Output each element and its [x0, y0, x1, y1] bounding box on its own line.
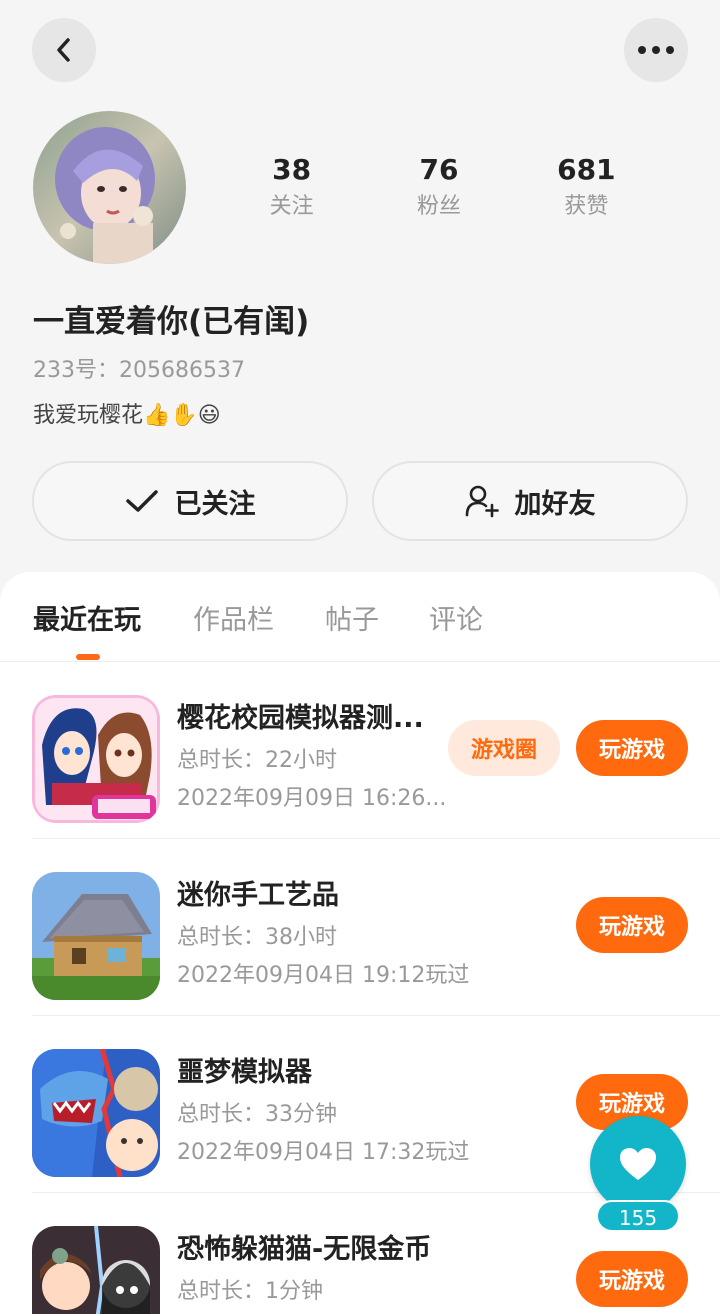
play-game-button[interactable]: 玩游戏: [576, 1251, 688, 1307]
uid-value: 205686537: [119, 358, 245, 383]
game-title: 迷你手工艺品: [177, 880, 339, 911]
profile-name: 一直爱着你(已有闺): [33, 304, 310, 340]
tab-bar: 最近在玩 作品栏 帖子 评论: [0, 572, 720, 662]
stat-label: 关注: [269, 194, 314, 219]
profile-bio: 我爱玩樱花👍✋😃: [33, 403, 221, 428]
game-duration-value: 1分钟: [265, 1279, 324, 1304]
stat-label: 粉丝: [416, 194, 461, 219]
game-duration-value: 22小时: [265, 748, 338, 773]
stat-followers[interactable]: 76 粉丝: [365, 150, 512, 224]
game-duration-value: 33分钟: [265, 1102, 338, 1127]
profile-uid: 233号：205686537: [33, 352, 245, 384]
tab-works[interactable]: 作品栏: [193, 598, 274, 637]
add-user-icon: [465, 485, 499, 518]
game-duration-value: 38小时: [265, 925, 338, 950]
game-last-played: 2022年09月09日 16:26...: [177, 786, 447, 811]
followed-label: 已关注: [174, 488, 256, 520]
followed-button[interactable]: 已关注: [32, 461, 348, 541]
game-duration: 总时长：33分钟: [177, 1096, 337, 1128]
add-friend-button[interactable]: 加好友: [372, 461, 688, 541]
game-title: 恐怖躲猫猫-无限金币: [177, 1234, 432, 1265]
back-button[interactable]: [32, 18, 96, 82]
like-circle[interactable]: [590, 1116, 686, 1212]
game-circle-button[interactable]: 游戏圈: [448, 720, 560, 776]
tab-indicator: [76, 654, 100, 660]
game-duration-label: 总时长：: [177, 925, 266, 950]
stat-following[interactable]: 38 关注: [218, 150, 365, 224]
game-last-played: 2022年09月04日 19:12玩过: [177, 963, 470, 988]
stat-likes[interactable]: 681 获赞: [513, 150, 660, 224]
uid-label: 233号：: [33, 358, 119, 383]
game-icon: [32, 1226, 160, 1314]
stat-value: 681: [557, 153, 616, 186]
game-icon: [32, 872, 160, 1000]
check-icon: [125, 490, 158, 512]
game-title: 樱花校园模拟器测...: [177, 703, 424, 734]
top-bar: [32, 18, 688, 82]
game-duration-label: 总时长：: [177, 748, 266, 773]
tab-recently-played[interactable]: 最近在玩: [33, 598, 141, 637]
game-title: 噩梦模拟器: [177, 1057, 312, 1088]
stat-value: 76: [419, 153, 459, 186]
game-duration-label: 总时长：: [177, 1102, 266, 1127]
play-game-button[interactable]: 玩游戏: [576, 897, 688, 953]
like-count: 155: [596, 1200, 680, 1232]
game-duration: 总时长：38小时: [177, 919, 337, 951]
chevron-left-icon: [57, 38, 70, 62]
floating-like-button[interactable]: 155: [590, 1116, 686, 1232]
game-row[interactable]: 迷你手工艺品 总时长：38小时 2022年09月04日 19:12玩过 玩游戏: [32, 839, 720, 1016]
stat-label: 获赞: [564, 194, 609, 219]
play-game-button[interactable]: 玩游戏: [576, 720, 688, 776]
tab-posts[interactable]: 帖子: [325, 598, 379, 637]
game-duration: 总时长：22小时: [177, 742, 337, 774]
tab-comments[interactable]: 评论: [429, 598, 483, 637]
heart-icon: [620, 1148, 656, 1180]
game-icon: [32, 695, 160, 823]
game-last-played: 2022年09月04日 17:32玩过: [177, 1140, 470, 1165]
avatar[interactable]: [33, 111, 186, 264]
stat-value: 38: [272, 153, 312, 186]
profile-stats: 38 关注 76 粉丝 681 获赞: [218, 150, 660, 224]
game-duration: 总时长：1分钟: [177, 1273, 323, 1305]
game-icon: [32, 1049, 160, 1177]
profile-actions: 已关注 加好友: [32, 461, 688, 541]
game-row[interactable]: 樱花校园模拟器测... 总时长：22小时 2022年09月09日 16:26..…: [32, 662, 720, 839]
more-button[interactable]: [624, 18, 688, 82]
more-horizontal-icon: [638, 46, 674, 54]
game-duration-label: 总时长：: [177, 1279, 266, 1304]
add-friend-label: 加好友: [514, 488, 596, 520]
